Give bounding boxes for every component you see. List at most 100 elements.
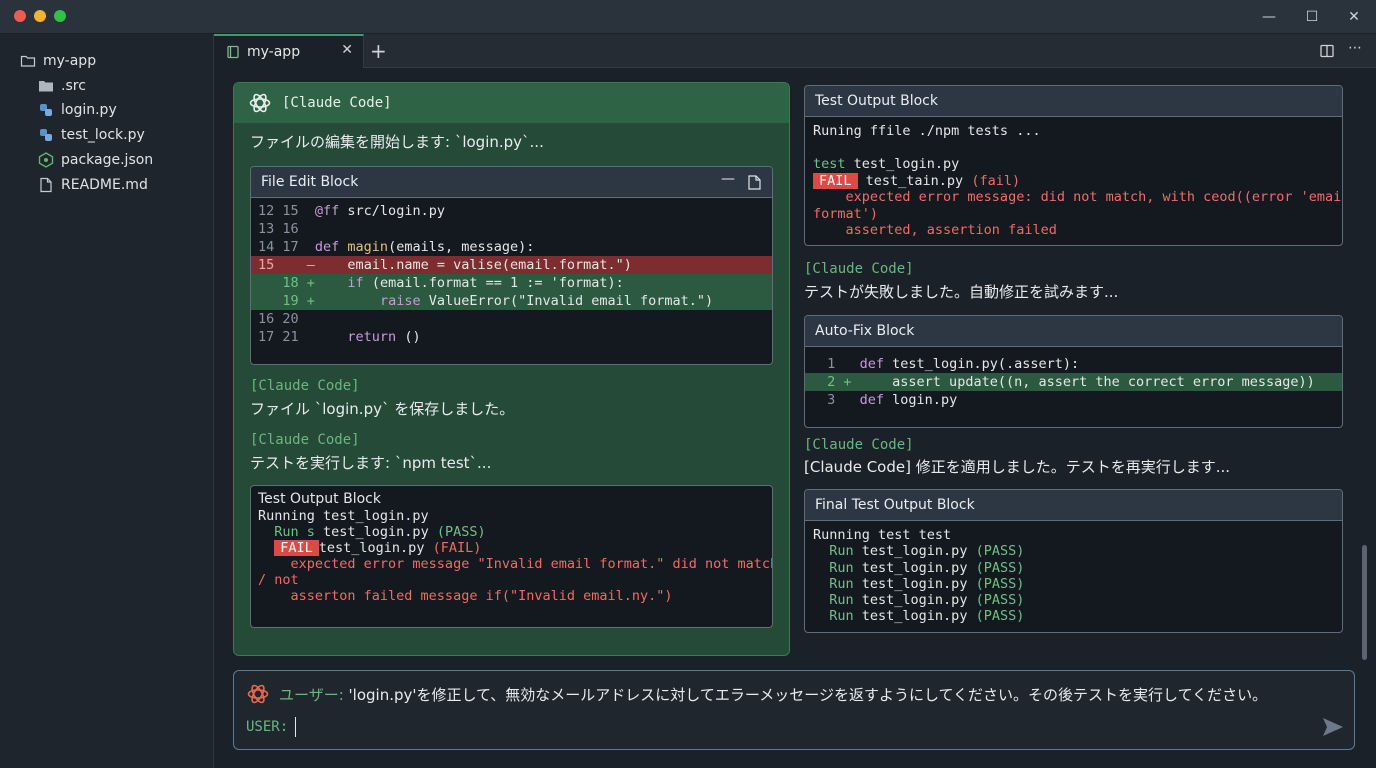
output-line: Running test test: [813, 527, 952, 543]
maximize-button[interactable]: ☐: [1301, 6, 1323, 28]
error-line: asserted, assertion failed: [813, 222, 1057, 238]
split-editor-icon[interactable]: [1320, 44, 1334, 58]
code-line: 12 15 @ff src/login.py: [258, 203, 445, 219]
ai-logo-icon: [247, 684, 269, 704]
fail-badge: FAIL: [813, 172, 858, 189]
tree-item-label: my-app: [43, 53, 97, 69]
code-line-added: 2 + assert update((n, assert the correct…: [805, 373, 1342, 391]
code-line: 17 21 return (): [258, 329, 421, 345]
tree-item-label: .src: [61, 78, 86, 94]
book-icon: [227, 45, 239, 59]
prompt-label: USER:: [246, 719, 289, 735]
fail-badge: FAIL: [274, 540, 319, 556]
claude-code-tag: [Claude Code]: [250, 378, 360, 394]
code-line-added: 18 + if (email.format == 1 := 'format):: [251, 274, 772, 292]
error-line: asserton failed message if("Invalid emai…: [258, 588, 673, 604]
tab-close-icon[interactable]: ✕: [341, 42, 353, 58]
output-line: test test_login.py: [813, 156, 960, 172]
error-line: / not: [258, 572, 299, 588]
title-bar: — ☐ ✕: [0, 0, 1376, 34]
user-label: ユーザー:: [279, 686, 344, 704]
tree-item-readme-md[interactable]: README.md: [38, 174, 148, 196]
send-icon[interactable]: [1322, 717, 1344, 737]
chat-input-box[interactable]: ユーザー: 'login.py'を修正して、無効なメールアドレスに対してエラーメ…: [233, 670, 1355, 750]
test-output-block-right: Test Output Block Runing ffile ./npm tes…: [804, 85, 1343, 246]
block-header: Test Output Block: [805, 86, 1342, 117]
tree-item-package-json[interactable]: package.json: [38, 149, 153, 171]
block-header: Final Test Output Block: [805, 490, 1342, 521]
block-title: Final Test Output Block: [815, 497, 975, 513]
document-icon[interactable]: [748, 175, 761, 190]
tab-my-app[interactable]: my-app ✕: [214, 34, 364, 68]
test-output-block: Test Output Block Running test_login.py …: [250, 485, 773, 628]
block-title: Test Output Block: [815, 93, 938, 109]
tree-root-my-app[interactable]: my-app: [20, 50, 96, 72]
minimize-window-dot[interactable]: [34, 10, 46, 22]
close-button[interactable]: ✕: [1343, 6, 1365, 28]
claude-code-tag: [Claude Code]: [804, 261, 914, 277]
file-icon: [40, 177, 52, 193]
minimize-button[interactable]: —: [1258, 6, 1280, 28]
error-line: expected error message "Invalid email fo…: [258, 556, 773, 572]
tree-item-test-lock-py[interactable]: test_lock.py: [38, 124, 145, 146]
tab-label: my-app: [247, 44, 301, 60]
minimize-block-icon[interactable]: —: [721, 171, 735, 187]
output-line: Run test_login.py (PASS): [829, 592, 1025, 609]
claude-code-tag: [Claude Code]: [250, 432, 360, 448]
text-cursor: [295, 717, 296, 737]
auto-fix-block: Auto-Fix Block 1 def test_login.py(.asse…: [804, 315, 1343, 428]
output-line: Run test_login.py (PASS): [829, 543, 1025, 560]
tree-item-src[interactable]: .src: [38, 75, 86, 97]
message-text: テストを実行します: `npm test`...: [250, 454, 492, 472]
tree-item-login-py[interactable]: login.py: [38, 99, 117, 121]
code-line: 1 def test_login.py(.assert):: [819, 356, 1080, 372]
user-message: ユーザー: 'login.py'を修正して、無効なメールアドレスに対してエラーメ…: [279, 686, 1268, 704]
zoom-window-dot[interactable]: [54, 10, 66, 22]
code-line: 16 20: [258, 311, 299, 327]
ai-logo-icon: [249, 93, 271, 113]
code-line: 13 16: [258, 221, 299, 237]
folder-open-icon: [20, 55, 36, 67]
tab-bar: my-app ✕ + ⋯: [214, 34, 1376, 68]
error-line: format'): [813, 205, 879, 222]
claude-code-tag: [Claude Code]: [804, 437, 914, 453]
output-line: Run test_login.py (PASS): [829, 559, 1025, 576]
code-line-added: 19 + raise ValueError("Invalid email for…: [251, 292, 772, 310]
vertical-scrollbar[interactable]: [1362, 545, 1367, 660]
block-header: Auto-Fix Block: [805, 316, 1342, 347]
claude-code-header: [Claude Code]: [234, 83, 789, 123]
output-line: Run test_login.py (PASS): [829, 575, 1025, 592]
folder-icon: [39, 81, 53, 92]
output-line: Running test_login.py: [258, 508, 429, 524]
final-test-output-block: Final Test Output Block Running test tes…: [804, 489, 1343, 633]
output-line: Run s test_login.py (PASS): [258, 524, 486, 540]
tree-item-label: login.py: [61, 102, 117, 118]
new-tab-button[interactable]: +: [370, 39, 387, 63]
code-line-deleted: 15 – email.name = valise(email.format."): [251, 256, 772, 274]
output-line: Runing ffile ./npm tests ...: [813, 123, 1041, 139]
code-line: 14 17 def magin(emails, message):: [258, 239, 535, 255]
tree-item-label: test_lock.py: [61, 127, 145, 143]
close-window-dot[interactable]: [14, 10, 26, 22]
node-icon: [38, 152, 54, 168]
output-line: Run test_login.py (PASS): [829, 608, 1025, 625]
tree-item-label: package.json: [61, 152, 154, 168]
message-text: ファイル `login.py` を保存しました。: [250, 400, 515, 418]
block-title: Auto-Fix Block: [815, 323, 915, 339]
python-icon: [40, 129, 52, 141]
tree-item-label: README.md: [61, 177, 148, 193]
output-line: FAIL test_tain.py (fail): [813, 172, 1334, 190]
intro-text: ファイルの編集を開始します: `login.py`...: [250, 133, 544, 151]
error-line: expected error message: did not match, w…: [813, 189, 1343, 205]
output-line: FAIL test_login.py (FAIL): [258, 540, 765, 556]
python-icon: [40, 104, 52, 116]
file-edit-block: File Edit Block — 12 15 @ff src/login.py…: [250, 166, 773, 365]
more-actions-icon[interactable]: ⋯: [1348, 40, 1362, 56]
code-line: 3 def login.py: [819, 392, 958, 408]
block-title: Test Output Block: [258, 491, 381, 507]
message-text: [Claude Code] 修正を適用しました。テストを再実行します...: [804, 458, 1231, 476]
message-text: テストが失敗しました。自動修正を試みます...: [804, 283, 1119, 301]
block-header: File Edit Block —: [251, 167, 772, 198]
block-title: File Edit Block: [261, 174, 359, 190]
panel-title: [Claude Code]: [282, 95, 392, 111]
